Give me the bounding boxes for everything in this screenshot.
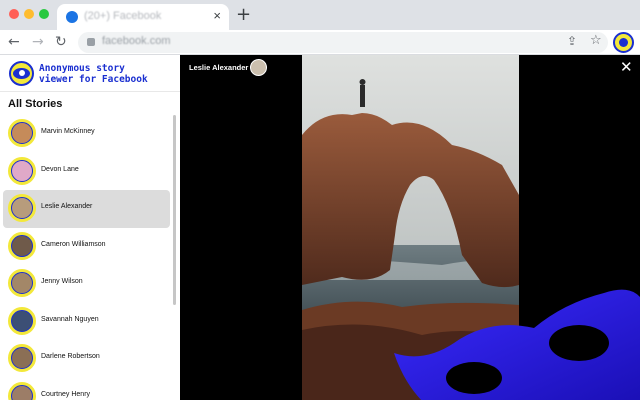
story-item[interactable]: Devon Lane [3, 153, 170, 191]
avatar-photo [11, 122, 33, 144]
new-tab-button[interactable]: + [236, 5, 251, 25]
story-avatar [8, 269, 36, 297]
story-viewer: Leslie Alexander ✕ [180, 55, 640, 400]
brand-title-line-1: Anonymous story [39, 63, 125, 74]
window-minimize-button[interactable] [24, 9, 34, 19]
eye-logo-icon [9, 61, 34, 86]
story-author-name: Leslie Alexander [189, 63, 249, 72]
bookmark-star-icon[interactable]: ☆ [590, 33, 602, 48]
mask-decoration-icon [394, 289, 640, 400]
sidebar-scrollbar[interactable] [172, 115, 177, 400]
avatar-photo [11, 309, 33, 332]
share-icon[interactable]: ⇪ [567, 34, 577, 48]
story-author-avatar [250, 59, 267, 76]
browser-tab[interactable]: (20+) Facebook × [57, 4, 229, 30]
forward-arrow-icon[interactable]: → [32, 33, 44, 51]
story-item[interactable]: Savannah Nguyen [3, 303, 170, 341]
story-name: Savannah Nguyen [41, 315, 99, 323]
stories-sidebar: Anonymous story viewer for Facebook All … [0, 55, 180, 400]
window-close-button[interactable] [9, 9, 19, 19]
address-bar[interactable]: facebook.com [78, 32, 608, 53]
avatar-photo [11, 384, 33, 400]
story-item[interactable]: Cameron Williamson [3, 228, 170, 266]
story-name: Cameron Williamson [41, 240, 106, 248]
story-item[interactable]: Leslie Alexander [3, 190, 170, 228]
brand-title: Anonymous story viewer for Facebook [39, 63, 177, 85]
story-avatar [8, 344, 36, 372]
story-avatar [8, 119, 36, 147]
scrollbar-thumb[interactable] [173, 115, 176, 305]
avatar-photo [11, 272, 33, 294]
story-name: Devon Lane [41, 165, 79, 173]
story-name: Leslie Alexander [41, 203, 93, 210]
all-stories-heading: All Stories [8, 98, 63, 110]
story-avatar [8, 306, 36, 335]
story-name: Jenny Wilson [41, 278, 83, 285]
story-name: Courtney Henry [41, 390, 91, 398]
story-avatar [8, 156, 36, 185]
avatar-photo [11, 197, 33, 219]
story-avatar [8, 381, 36, 400]
avatar-photo [11, 234, 33, 257]
story-avatar [8, 194, 36, 222]
close-icon[interactable]: ✕ [620, 59, 633, 75]
reload-icon[interactable]: ↻ [55, 33, 67, 51]
url-text[interactable]: facebook.com [102, 35, 170, 47]
story-item[interactable]: Courtney Henry [3, 378, 170, 400]
story-avatar [8, 231, 36, 260]
browser-toolbar: ← → ↻ facebook.com ⇪ ☆ [0, 30, 640, 55]
brand-title-line-2: viewer for Facebook [39, 74, 148, 85]
facebook-favicon-icon [66, 11, 78, 23]
story-item[interactable]: Marvin McKinney [3, 115, 170, 153]
tab-close-icon[interactable]: × [213, 9, 221, 23]
story-list: Marvin McKinney Devon Lane Leslie Alexande… [0, 115, 172, 400]
story-item[interactable]: Darlene Robertson [3, 340, 170, 378]
extension-eye-icon[interactable] [613, 32, 634, 53]
story-item[interactable]: Jenny Wilson [3, 265, 170, 303]
avatar-photo [11, 159, 33, 182]
lock-icon [87, 38, 95, 46]
brand-header: Anonymous story viewer for Facebook [0, 55, 180, 92]
story-name: Marvin McKinney [41, 128, 95, 135]
story-name: Darlene Robertson [41, 353, 100, 360]
browser-tab-bar: (20+) Facebook × + [0, 0, 640, 30]
back-arrow-icon[interactable]: ← [8, 33, 20, 51]
tab-title: (20+) Facebook [84, 10, 162, 22]
window-maximize-button[interactable] [39, 9, 49, 19]
avatar-photo [11, 347, 33, 369]
